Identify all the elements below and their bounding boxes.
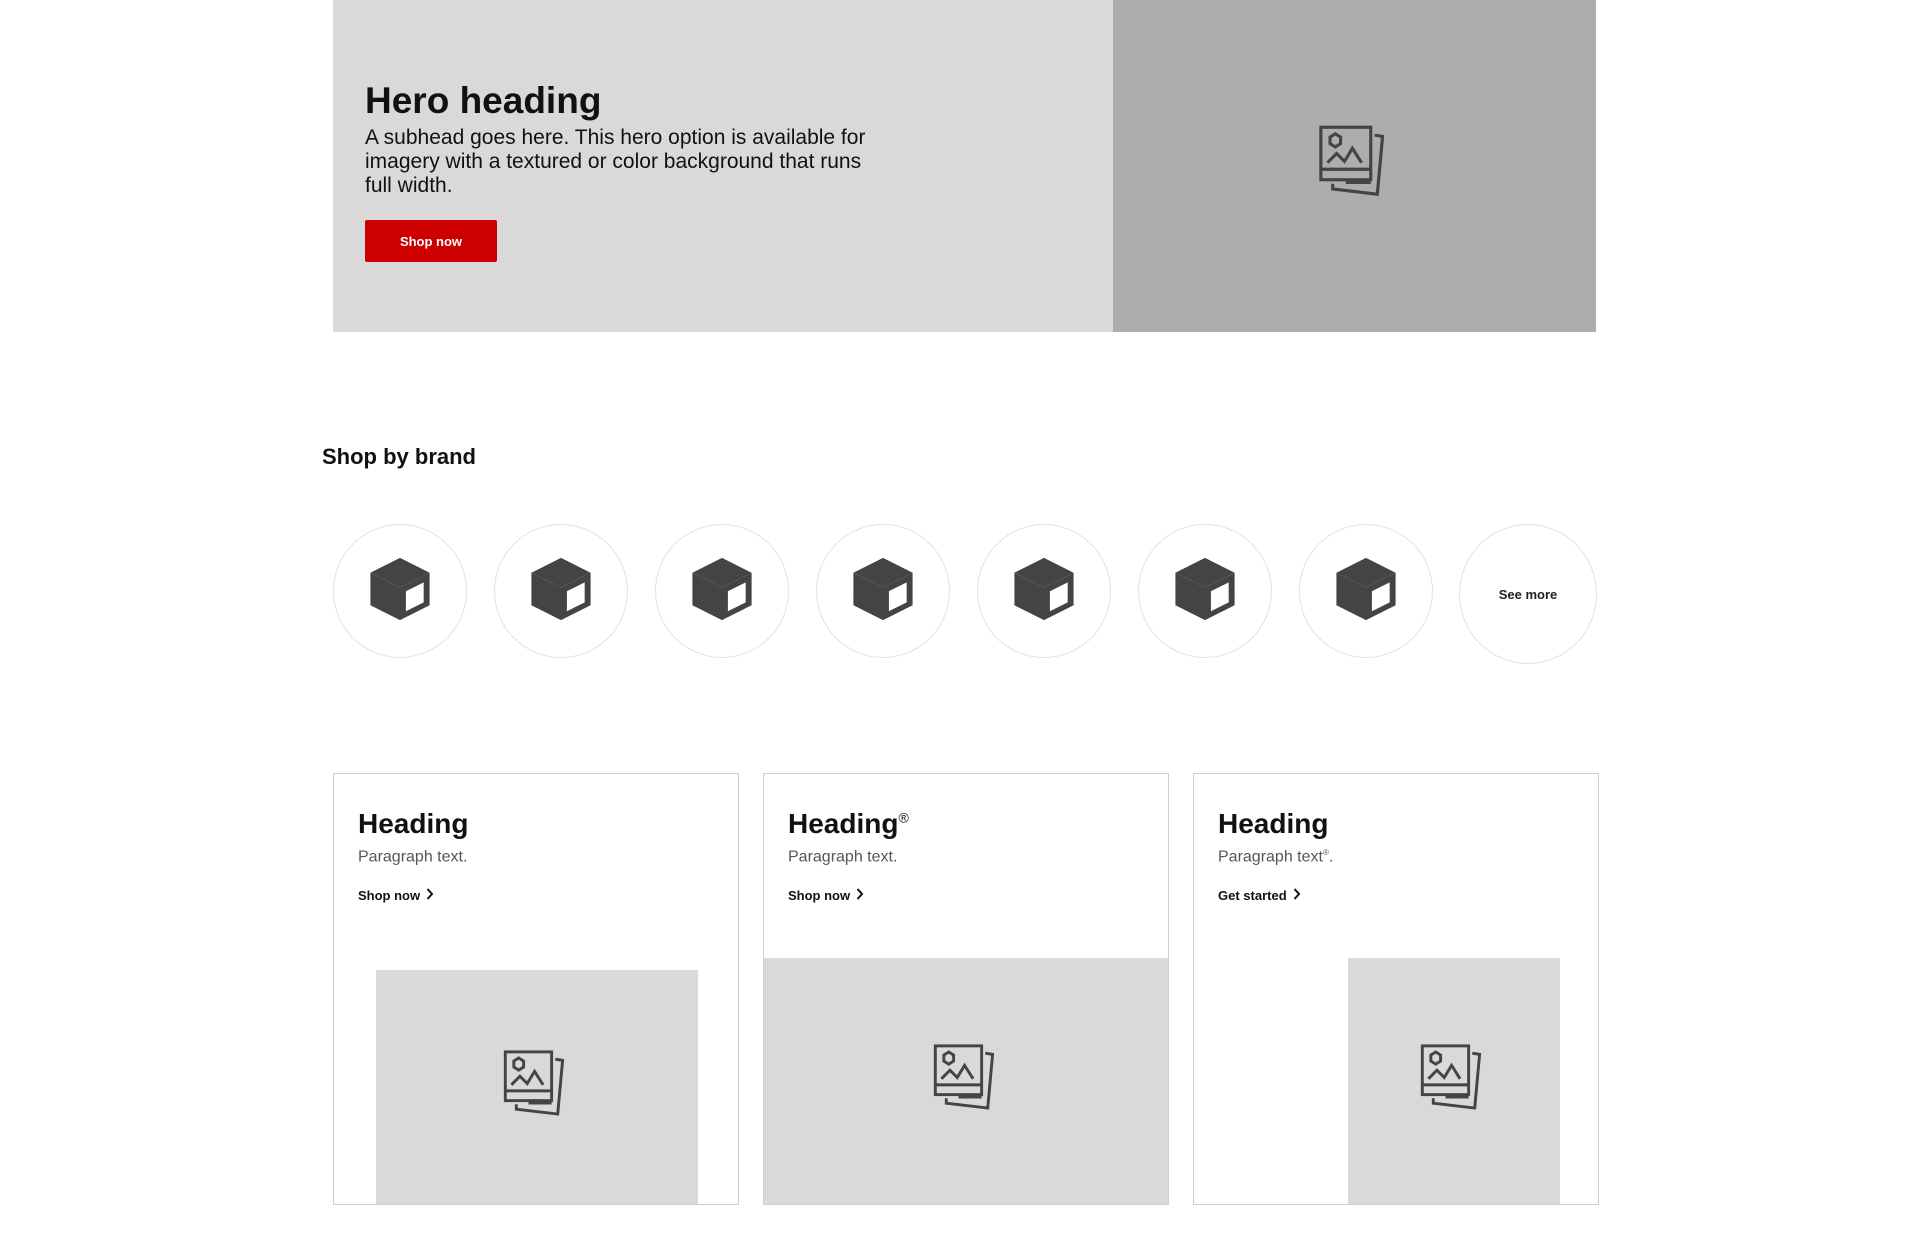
registered-mark: ®	[898, 809, 909, 826]
image-placeholder-icon	[1415, 1041, 1493, 1124]
hero-subhead: A subhead goes here. This hero option is…	[365, 126, 866, 197]
brand-list: See more	[333, 524, 1597, 666]
card-heading: Heading	[358, 808, 469, 839]
image-placeholder-icon	[928, 1041, 1006, 1124]
chevron-right-icon	[426, 888, 434, 903]
page: Hero heading A subhead goes here. This h…	[0, 0, 1920, 1246]
card-paragraph: Paragraph text.	[358, 848, 468, 866]
card-shop-now-link[interactable]: Shop now	[788, 888, 864, 903]
cube-icon	[846, 552, 920, 631]
cube-icon	[524, 552, 598, 631]
cube-icon	[1007, 552, 1081, 631]
cube-icon	[685, 552, 759, 631]
brand-item-6[interactable]	[1138, 524, 1272, 658]
hero-shop-now-button[interactable]: Shop now	[365, 220, 497, 262]
cube-icon	[1168, 552, 1242, 631]
chevron-right-icon	[856, 888, 864, 903]
promo-card-1: Heading Paragraph text. Shop now	[333, 773, 739, 1205]
shop-by-brand-heading: Shop by brand	[322, 444, 476, 469]
card-link-label: Get started	[1218, 888, 1287, 903]
card-shop-now-link[interactable]: Shop now	[358, 888, 434, 903]
hero-image	[1113, 0, 1596, 332]
card-link-label: Shop now	[788, 888, 851, 903]
hero-copy: Hero heading A subhead goes here. This h…	[365, 80, 885, 198]
brand-item-2[interactable]	[494, 524, 628, 658]
promo-card-2: Heading® Paragraph text. Shop now	[763, 773, 1169, 1205]
brand-item-4[interactable]	[816, 524, 950, 658]
promo-card-3: Heading Paragraph text®. Get started	[1193, 773, 1599, 1205]
card-heading: Heading	[1218, 808, 1329, 839]
card-paragraph: Paragraph text®.	[1218, 848, 1334, 866]
cube-icon	[1329, 552, 1403, 631]
card-link-label: Shop now	[358, 888, 421, 903]
card-image	[1348, 958, 1560, 1204]
image-placeholder-icon	[1313, 122, 1397, 211]
hero-heading: Hero heading	[365, 80, 602, 121]
image-placeholder-icon	[498, 1047, 576, 1130]
brand-item-7[interactable]	[1299, 524, 1433, 658]
card-heading: Heading®	[788, 808, 909, 839]
see-more-label: See more	[1498, 586, 1558, 602]
card-paragraph: Paragraph text.	[788, 848, 898, 866]
card-image	[764, 958, 1168, 1204]
chevron-right-icon	[1293, 888, 1301, 903]
card-get-started-link[interactable]: Get started	[1218, 888, 1301, 903]
brand-item-5[interactable]	[977, 524, 1111, 658]
brand-item-1[interactable]	[333, 524, 467, 658]
hero-banner: Hero heading A subhead goes here. This h…	[333, 0, 1596, 332]
brand-item-3[interactable]	[655, 524, 789, 658]
cube-icon	[363, 552, 437, 631]
see-more-brands-button[interactable]: See more	[1459, 524, 1597, 664]
card-image	[376, 970, 698, 1204]
